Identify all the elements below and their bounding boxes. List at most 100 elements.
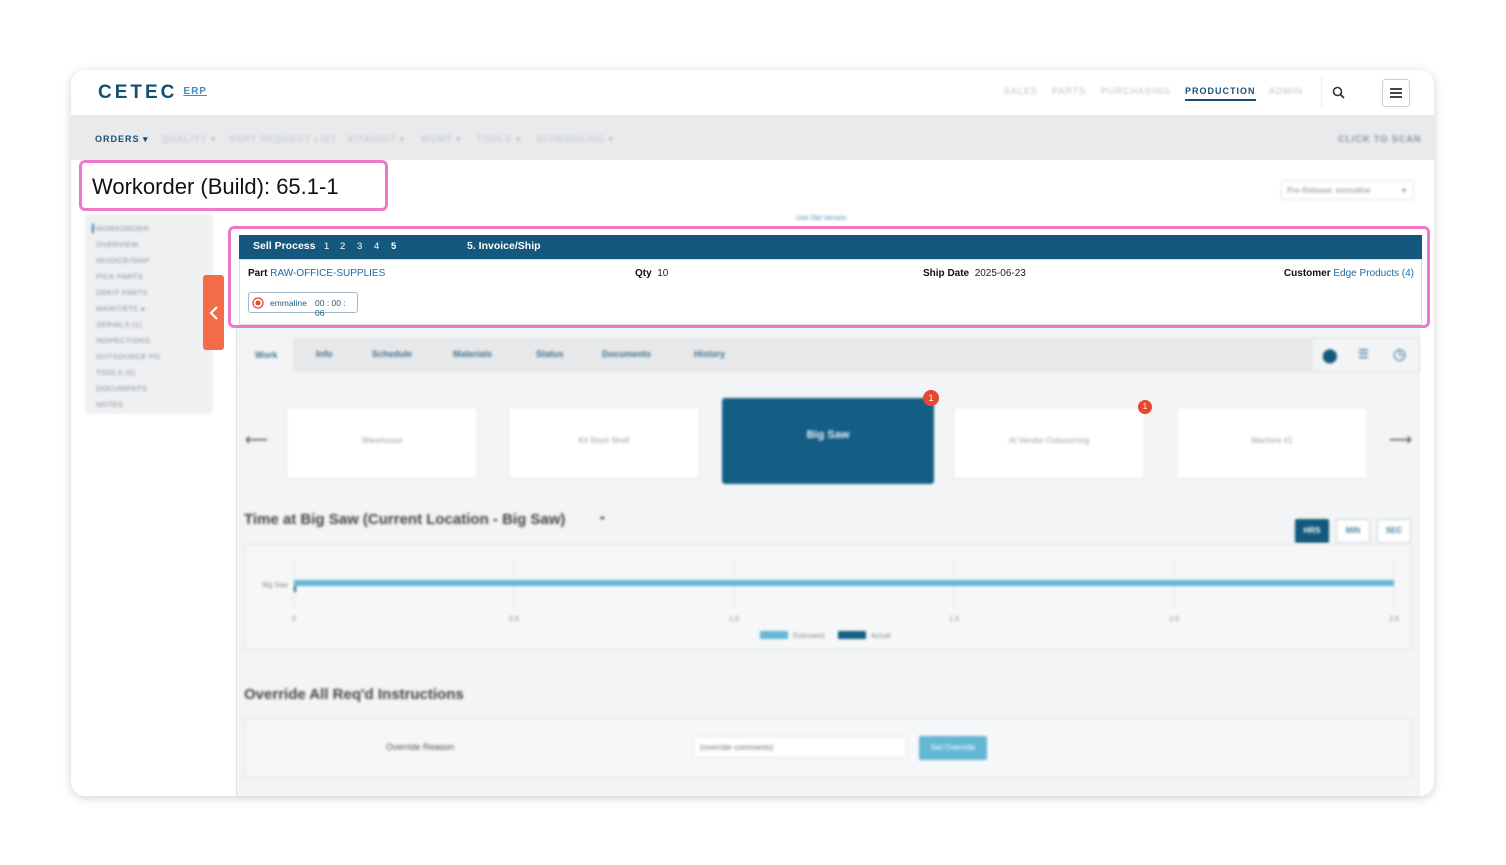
location-card-at-vendor-outsourcing[interactable]: At Vendor Outsourcing <box>953 407 1145 479</box>
subnav-quality[interactable]: QUALITY ▾ <box>162 134 216 145</box>
tab-schedule[interactable]: Schedule <box>372 349 412 359</box>
location-card-warehouse[interactable]: Warehouse <box>286 407 478 479</box>
location-card-machine-1[interactable]: Machine #1 <box>1176 407 1368 479</box>
subnav-mgmt[interactable]: MGMT ▾ <box>421 134 461 145</box>
qty-label: Qty <box>635 268 652 279</box>
record-icon <box>252 297 264 309</box>
override-comments-input[interactable] <box>693 736 907 758</box>
location-name: Big Saw <box>806 429 850 441</box>
sidebar-item-maint-etc[interactable]: MAINT/ETC ▸ <box>96 304 146 313</box>
title-highlight: Workorder (Build): 65.1-1 <box>79 160 388 211</box>
time-section-title: Time at Big Saw (Current Location - Big … <box>244 511 566 528</box>
nav-sales[interactable]: SALES <box>1004 86 1038 96</box>
app-window: CETEC ERP SALES PARTS PURCHASING PRODUCTI… <box>71 70 1434 796</box>
clock-icon[interactable]: ◷ <box>1393 345 1406 363</box>
checklist-icon[interactable]: ☰ <box>1358 347 1369 361</box>
legend-swatch-actual <box>838 631 866 639</box>
bar-actual <box>294 586 296 592</box>
x-tick-label: 1.0 <box>729 616 739 623</box>
hamburger-icon <box>1390 88 1402 98</box>
sidebar: WORKORDER OVERVIEW INVOICE/SHIP PICK PAR… <box>85 214 213 414</box>
sell-step-4[interactable]: 4 <box>374 241 379 252</box>
tab-status[interactable]: Status <box>536 349 564 359</box>
sidebar-item-notes[interactable]: NOTES <box>96 400 123 409</box>
sell-step-2[interactable]: 2 <box>340 241 345 252</box>
sidebar-item-serials[interactable]: SERIALS (1) <box>96 320 142 329</box>
workorder-tabs: Work Info Schedule Materials Status Docu… <box>239 338 1420 372</box>
top-bar: CETEC ERP SALES PARTS PURCHASING PRODUCTI… <box>71 70 1434 115</box>
search-button[interactable] <box>1321 76 1354 108</box>
x-tick-label: 0.5 <box>509 616 519 623</box>
order-details: Part RAW-OFFICE-SUPPLIES Qty 10 Ship Dat… <box>239 259 1422 325</box>
sidebar-item-overview[interactable]: OVERVIEW <box>96 240 139 249</box>
customer-link[interactable]: Edge Products (4) <box>1333 268 1414 279</box>
part-label: Part <box>248 268 268 279</box>
sidebar-item-workorder[interactable]: WORKORDER <box>92 224 149 233</box>
tab-documents[interactable]: Documents <box>602 349 651 359</box>
ship-date-value: 2025-06-23 <box>974 268 1026 279</box>
use-old-version-link[interactable]: Use Old Version <box>796 215 847 222</box>
tab-work[interactable]: Work <box>239 338 294 372</box>
timer-user: emmaline <box>270 298 307 308</box>
nav-production[interactable]: PRODUCTION <box>1185 86 1256 101</box>
sidebar-item-pick-parts[interactable]: PICK PARTS <box>96 272 143 281</box>
override-title: Override All Req'd Instructions <box>244 686 464 703</box>
sidebar-item-dekit-parts[interactable]: DEKIT PARTS <box>96 288 148 297</box>
unit-hrs-button[interactable]: HRS <box>1295 519 1329 543</box>
sidebar-item-documents[interactable]: DOCUMENTS <box>96 384 147 393</box>
set-override-button[interactable]: Set Override <box>919 736 987 760</box>
sidebar-item-invoice-ship[interactable]: INVOICE/SHIP <box>96 256 150 265</box>
tab-history[interactable]: History <box>694 349 725 359</box>
subnav-kitaudit[interactable]: KITAUDIT ▾ <box>348 134 405 145</box>
timer-button[interactable]: emmaline 00 : 00 : 06 <box>248 292 358 318</box>
location-pin-icon[interactable]: ⬤ <box>1322 347 1338 364</box>
legend-swatch-estimated <box>760 631 788 639</box>
x-tick-label: 2.0 <box>1169 616 1179 623</box>
unit-sec-button[interactable]: SEC <box>1377 519 1411 543</box>
tab-icon-group: ⬤ ☰ ◷ <box>1311 338 1420 372</box>
app-logo[interactable]: CETEC ERP <box>98 82 207 104</box>
arrow-right-icon[interactable]: ⟶ <box>1389 430 1412 450</box>
subnav-part-request-list[interactable]: PART REQUEST LIST <box>230 134 337 144</box>
sidebar-item-outsource-po[interactable]: OUTSOURCE PO <box>96 352 160 361</box>
location-badge-big-saw: 1 <box>923 390 939 406</box>
sell-step-5[interactable]: 5 <box>391 241 396 252</box>
arrow-left-icon[interactable]: ⟵ <box>245 430 268 450</box>
subnav-orders[interactable]: ORDERS ▾ <box>95 134 149 145</box>
override-box: Override Reason Set Override <box>244 718 1411 778</box>
nav-admin[interactable]: ADMIN <box>1269 86 1303 96</box>
x-tick-label: 0 <box>292 616 296 623</box>
current-step-label: 5. Invoice/Ship <box>467 240 541 252</box>
nav-parts[interactable]: PARTS <box>1052 86 1086 96</box>
y-category-label: Big Saw <box>262 582 289 589</box>
x-tick-label: 2.5 <box>1389 616 1399 623</box>
sidebar-item-tools[interactable]: TOOLS (0) <box>96 368 135 377</box>
timer-value: 00 : 00 : 06 <box>315 298 346 318</box>
sub-nav: ORDERS ▾ QUALITY ▾ PART REQUEST LIST KIT… <box>71 115 1434 160</box>
sell-step-1[interactable]: 1 <box>324 241 329 252</box>
time-chart: 0 0.5 1.0 1.5 2.0 2.5 Big Saw Estimated Actual <box>244 544 1411 650</box>
x-tick-label: 1.5 <box>949 616 959 623</box>
location-name: Machine #1 <box>1251 436 1293 445</box>
nav-purchasing[interactable]: PURCHASING <box>1101 86 1171 96</box>
menu-button[interactable] <box>1382 79 1410 107</box>
page-title: Workorder (Build): 65.1-1 <box>92 174 339 199</box>
sidebar-collapse-button[interactable] <box>203 275 224 350</box>
eye-icon[interactable]: ◓ <box>599 513 606 525</box>
unit-min-button[interactable]: MIN <box>1336 519 1370 543</box>
location-name: At Vendor Outsourcing <box>1008 436 1090 445</box>
subnav-scheduling[interactable]: SCHEDULING ▾ <box>536 134 614 145</box>
click-to-scan-link[interactable]: CLICK TO SCAN <box>1338 134 1421 144</box>
sell-step-3[interactable]: 3 <box>357 241 362 252</box>
legend-label-actual: Actual <box>871 633 891 640</box>
tab-info[interactable]: Info <box>316 349 333 359</box>
part-link[interactable]: RAW-OFFICE-SUPPLIES <box>270 268 385 279</box>
sidebar-item-inspections[interactable]: INSPECTIONS <box>96 336 150 345</box>
location-card-kit-short-shelf[interactable]: Kit Short Shelf <box>508 407 700 479</box>
tab-materials[interactable]: Materials <box>453 349 492 359</box>
subnav-tools[interactable]: TOOLS ▾ <box>477 134 521 145</box>
search-icon <box>1332 86 1345 99</box>
location-name: Kit Short Shelf <box>578 436 630 445</box>
prerelease-select[interactable]: Pre-Release: emmaline ▾ <box>1281 180 1414 200</box>
location-card-big-saw[interactable]: Big Saw <box>722 398 934 484</box>
